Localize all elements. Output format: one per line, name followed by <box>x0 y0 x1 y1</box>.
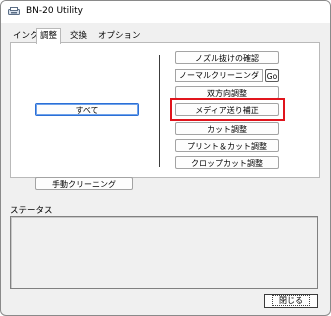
chevron-down-icon: ⌄ <box>253 71 259 79</box>
manual-cleaning-button[interactable]: 手動クリーニング <box>35 177 133 190</box>
cut-adjust-button[interactable]: カット調整 <box>175 122 279 135</box>
cleaning-select-value: ノーマルクリーニング <box>179 71 259 80</box>
tab-adjust[interactable]: 調整 <box>36 28 62 44</box>
close-button[interactable]: 閉じる <box>264 294 318 308</box>
all-button[interactable]: すべて <box>35 103 139 116</box>
panel-divider <box>159 55 160 167</box>
title-bar: BN-20 Utility <box>1 1 330 23</box>
nozzle-check-button[interactable]: ノズル抜けの確認 <box>175 51 279 64</box>
utility-window: BN-20 Utility インク 調整 交換 オプション すべて ノズル抜けの… <box>0 0 331 316</box>
highlight-box <box>170 98 285 121</box>
go-button[interactable]: Go <box>265 69 279 82</box>
printer-app-icon <box>8 7 20 15</box>
window-title: BN-20 Utility <box>26 6 83 16</box>
close-button-label: 閉じる <box>272 295 310 306</box>
cleaning-select[interactable]: ノーマルクリーニング ⌄ <box>175 69 263 82</box>
status-box <box>10 216 318 289</box>
adjust-panel: すべて ノズル抜けの確認 ノーマルクリーニング ⌄ Go 双方向調整 メディア送… <box>10 42 320 178</box>
print-cut-adjust-button[interactable]: プリント＆カット調整 <box>175 139 279 152</box>
status-label: ステータス <box>10 206 53 216</box>
crop-cut-adjust-button[interactable]: クロップカット調整 <box>175 156 279 169</box>
